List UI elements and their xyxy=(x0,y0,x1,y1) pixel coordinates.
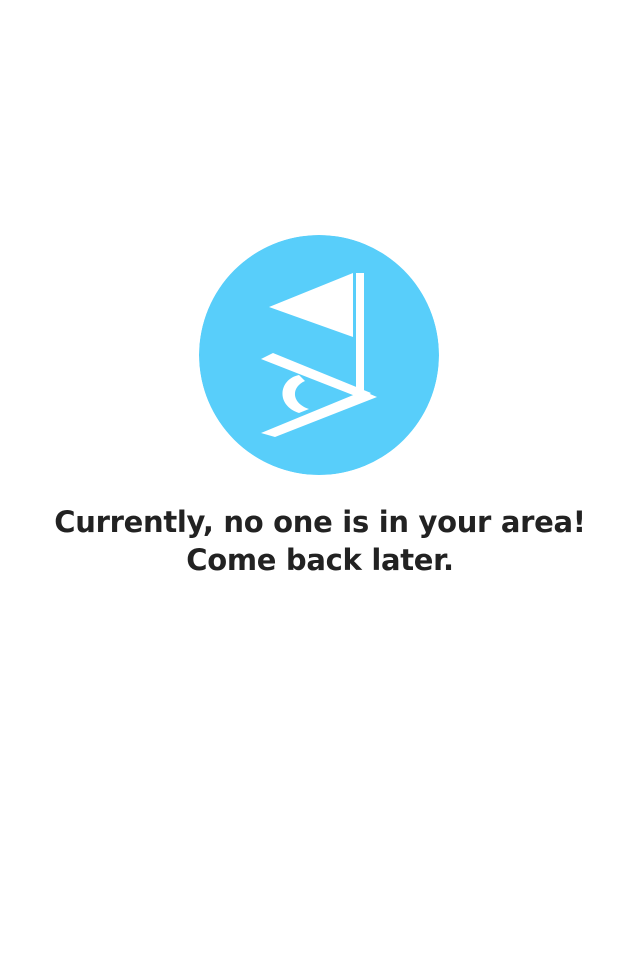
flag-pole xyxy=(356,273,364,401)
flag-logo-icon xyxy=(199,235,439,475)
empty-state-message-line-2: Come back later. xyxy=(186,543,454,577)
empty-state-message: Currently, no one is in your area! Come … xyxy=(0,503,640,579)
empty-state-message-line-1: Currently, no one is in your area! xyxy=(54,505,586,539)
logo-circle xyxy=(199,235,439,475)
empty-state-screen: Currently, no one is in your area! Come … xyxy=(0,0,640,960)
